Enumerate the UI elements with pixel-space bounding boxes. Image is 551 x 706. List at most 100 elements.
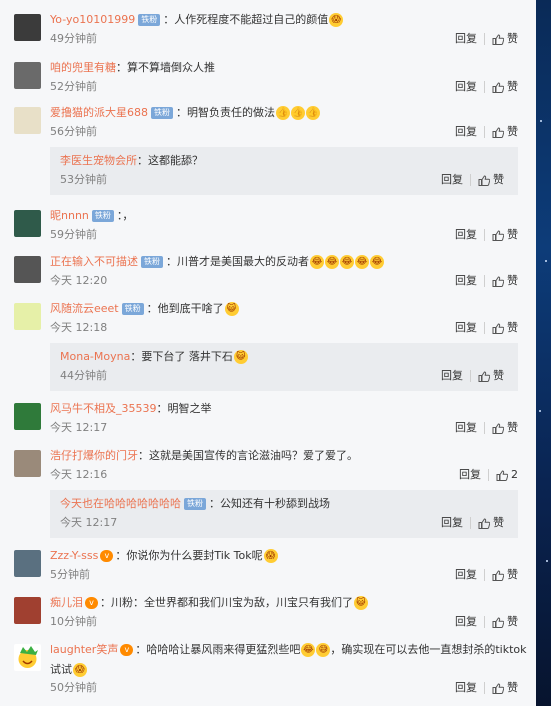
- reply-button[interactable]: 回复: [455, 421, 477, 434]
- username-link[interactable]: 爱撸猫的派大星688: [50, 106, 148, 119]
- comment-text: ：算不算墙倒众人推: [116, 61, 215, 74]
- username-link[interactable]: 今天也在哈哈哈哈哈哈哈: [60, 497, 181, 510]
- reply-button[interactable]: 回复: [441, 369, 463, 382]
- thumbs-up-icon: [492, 682, 504, 694]
- like-button[interactable]: 赞: [492, 228, 518, 241]
- username-link[interactable]: 咱的兜里有糖: [50, 61, 116, 74]
- username-link[interactable]: 正在输入不可描述: [50, 255, 138, 268]
- divider: [488, 469, 489, 481]
- reply-text: ：这都能舔？: [137, 154, 203, 167]
- fan-badge: 铁粉: [151, 107, 173, 119]
- like-button[interactable]: 赞: [478, 516, 504, 529]
- username-link[interactable]: Zzz-Y-sss: [50, 549, 98, 562]
- like-button[interactable]: 赞: [492, 568, 518, 581]
- comment-time: 50分钟前: [50, 681, 97, 694]
- comment-time: 52分钟前: [50, 80, 97, 93]
- like-button[interactable]: 赞: [492, 681, 518, 694]
- like-button[interactable]: 2: [496, 468, 518, 481]
- emoji-icon: 😺: [354, 596, 368, 610]
- like-button[interactable]: 赞: [492, 321, 518, 334]
- username-link[interactable]: 风随流云eeet: [50, 302, 119, 315]
- like-button[interactable]: 赞: [492, 32, 518, 45]
- avatar[interactable]: [14, 14, 41, 41]
- comment-text-line: 昵nnnn 铁粉：，: [50, 207, 526, 225]
- comment-text: ：这就是美国宣传的言论滋油吗？爱了爱了。: [138, 449, 358, 462]
- comment-text-line: 正在输入不可描述 铁粉 ：川普才是美国最大的反动者 😂 😂 😂 😂 😂: [50, 253, 526, 271]
- like-label: 赞: [507, 421, 518, 434]
- thumbs-up-icon: [492, 126, 504, 138]
- divider: [470, 517, 471, 529]
- emoji-icon: 😅: [316, 643, 331, 657]
- comment-actions: 回复 赞: [455, 320, 518, 336]
- comment-actions: 回复 赞: [441, 515, 504, 531]
- comment-item: 咱的兜里有糖：算不算墙倒众人推 52分钟前 回复 赞: [0, 59, 536, 103]
- like-label: 赞: [493, 369, 504, 382]
- divider: [484, 682, 485, 694]
- like-label: 赞: [507, 615, 518, 628]
- comment-actions: 回复 赞: [455, 420, 518, 436]
- avatar[interactable]: [14, 644, 41, 671]
- reply-text-line: Mona-Moyna：要下台了 落井下石 😺: [60, 348, 508, 366]
- comment-text: ：你说你为什么要封Tik Tok呢: [115, 549, 263, 562]
- like-button[interactable]: 赞: [492, 615, 518, 628]
- comment-time: 10分钟前: [50, 615, 97, 628]
- reply-button[interactable]: 回复: [455, 568, 477, 581]
- reply-button[interactable]: 回复: [441, 173, 463, 186]
- comment-item: 风马牛不相及_35539：明智之举 今天 12:17 回复 赞: [0, 400, 536, 444]
- thumbs-up-icon: [492, 33, 504, 45]
- avatar[interactable]: [14, 107, 41, 134]
- reply-button[interactable]: 回复: [455, 228, 477, 241]
- username-link[interactable]: 风马牛不相及_35539: [50, 402, 157, 415]
- comment-text-line: 浩仔打爆你的门牙：这就是美国宣传的言论滋油吗？爱了爱了。: [50, 447, 526, 465]
- reply-text: ：公知还有十秒舔到战场: [209, 497, 330, 510]
- like-label: 2: [511, 468, 518, 481]
- fan-badge: 铁粉: [184, 498, 206, 510]
- reply-text: ：要下台了 落井下石: [130, 350, 233, 363]
- username-link[interactable]: 痴儿泪: [50, 596, 83, 609]
- avatar[interactable]: [14, 256, 41, 283]
- username-link[interactable]: 昵nnnn: [50, 209, 89, 222]
- username-link[interactable]: Mona-Moyna: [60, 350, 130, 363]
- reply-button[interactable]: 回复: [441, 516, 463, 529]
- comment-text-line: 爱撸猫的派大星688 铁粉 ：明智负责任的做法 👍 👍 👍: [50, 104, 526, 122]
- background-edge: [536, 0, 551, 706]
- username-link[interactable]: laughter笑声: [50, 643, 118, 656]
- reply-button[interactable]: 回复: [455, 80, 477, 93]
- comment-actions: 回复 赞: [455, 680, 518, 696]
- comment-item: Zzz-Y-sss v ：你说你为什么要封Tik Tok呢 😱 5分钟前 回复 赞: [0, 547, 536, 591]
- reply-button[interactable]: 回复: [455, 125, 477, 138]
- like-button[interactable]: 赞: [478, 369, 504, 382]
- reply-button[interactable]: 回复: [455, 321, 477, 334]
- comment-actions: 回复 赞: [455, 567, 518, 583]
- like-button[interactable]: 赞: [492, 80, 518, 93]
- avatar[interactable]: [14, 550, 41, 577]
- comment-time: 5分钟前: [50, 568, 90, 581]
- avatar[interactable]: [14, 403, 41, 430]
- avatar[interactable]: [14, 303, 41, 330]
- reply-button[interactable]: 回复: [455, 681, 477, 694]
- comment-text: ：，: [116, 209, 134, 222]
- avatar[interactable]: [14, 62, 41, 89]
- like-button[interactable]: 赞: [492, 125, 518, 138]
- username-link[interactable]: 李医生宠物会所: [60, 154, 137, 167]
- thumbs-up-icon: [492, 616, 504, 628]
- avatar[interactable]: [14, 597, 41, 624]
- reply-button[interactable]: 回复: [455, 32, 477, 45]
- comment-text-line-2: 试试 😱: [50, 661, 526, 679]
- username-link[interactable]: 浩仔打爆你的门牙: [50, 449, 138, 462]
- reply-button[interactable]: 回复: [455, 274, 477, 287]
- comment-text: ：明智负责任的做法: [176, 106, 275, 119]
- divider: [470, 370, 471, 382]
- username-link[interactable]: Yo-yo10101999: [50, 13, 135, 26]
- like-button[interactable]: 赞: [492, 421, 518, 434]
- comment-text-line: 痴儿泪 v ：川粉：全世界都和我们川宝为敌，川宝只有我们了 😺: [50, 594, 526, 612]
- reply-button[interactable]: 回复: [455, 615, 477, 628]
- divider: [484, 126, 485, 138]
- like-button[interactable]: 赞: [478, 173, 504, 186]
- avatar[interactable]: [14, 210, 41, 237]
- avatar[interactable]: [14, 450, 41, 477]
- like-button[interactable]: 赞: [492, 274, 518, 287]
- reply-button[interactable]: 回复: [459, 468, 481, 481]
- comment-actions: 回复 赞: [441, 172, 504, 188]
- fan-badge: 铁粉: [141, 256, 163, 268]
